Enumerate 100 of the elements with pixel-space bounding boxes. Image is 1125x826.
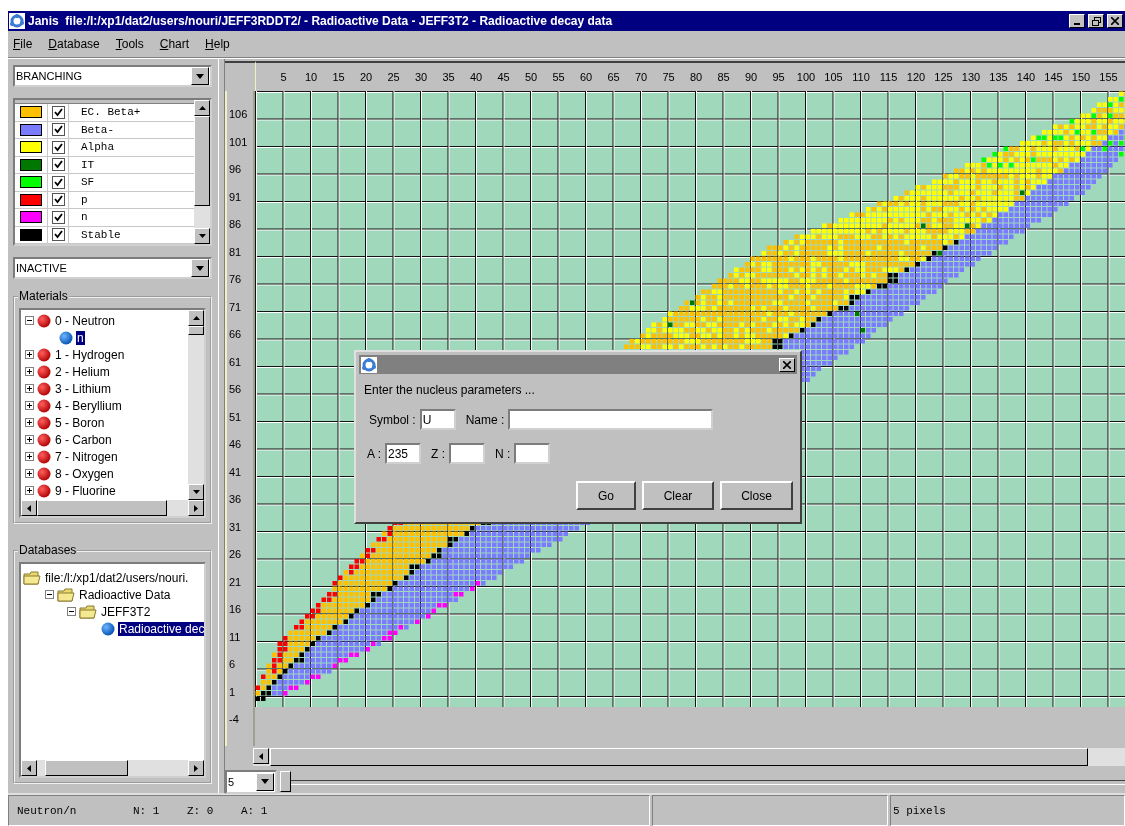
- minimize-button[interactable]: [1069, 14, 1085, 28]
- axis-tick-label: 31: [228, 519, 243, 535]
- collapse-icon[interactable]: [45, 590, 54, 599]
- axis-tick-label: 40: [468, 71, 484, 83]
- axis-tick-label: 21: [228, 574, 243, 590]
- dialog-button[interactable]: Clear: [642, 481, 714, 510]
- legend-label: Beta-: [80, 123, 114, 136]
- axis-tick-label: 145: [1043, 71, 1064, 83]
- zoom-dropdown[interactable]: 5: [225, 769, 277, 794]
- tree-item[interactable]: 2 - Helium: [54, 364, 111, 379]
- ball-icon: [37, 347, 51, 362]
- checkbox[interactable]: [51, 210, 65, 224]
- field-label: A :: [367, 446, 381, 461]
- scroll-thumb[interactable]: [45, 760, 128, 776]
- mode-dropdown[interactable]: BRANCHING: [13, 65, 212, 87]
- axis-tick-label: 115: [878, 71, 899, 83]
- vertical-scrollbar[interactable]: [188, 310, 204, 500]
- axis-tick-label: 135: [988, 71, 1009, 83]
- expand-icon[interactable]: [25, 469, 34, 478]
- axis-tick-label: 15: [331, 71, 346, 83]
- expand-icon[interactable]: [25, 367, 34, 376]
- axis-tick-label: 45: [496, 71, 511, 83]
- restore-button[interactable]: [1088, 14, 1104, 28]
- legend-label: Alpha: [80, 141, 114, 154]
- menu-item[interactable]: Help: [205, 37, 230, 51]
- tree-item[interactable]: 8 - Oxygen: [54, 466, 115, 481]
- tree-item[interactable]: 0 - Neutron: [54, 313, 117, 328]
- menu-item[interactable]: File: [13, 37, 33, 51]
- menu-item[interactable]: Database: [48, 37, 100, 51]
- checkbox[interactable]: [51, 193, 65, 207]
- input-field[interactable]: U: [419, 409, 456, 430]
- menu-item[interactable]: Tools: [115, 37, 144, 51]
- input-field[interactable]: 235: [385, 443, 421, 464]
- dialog-button[interactable]: Go: [576, 481, 636, 510]
- tree-item[interactable]: 4 - Beryllium: [54, 398, 123, 413]
- ball-icon: [101, 621, 115, 636]
- ball-icon: [37, 364, 51, 379]
- axis-tick-label: 86: [228, 217, 243, 232]
- field-label: Z :: [431, 446, 445, 461]
- menu-item[interactable]: Chart: [159, 37, 190, 51]
- folder-icon: [23, 570, 41, 585]
- checkbox[interactable]: [51, 105, 65, 119]
- filter-dropdown[interactable]: INACTIVE: [13, 257, 212, 279]
- expand-icon[interactable]: [25, 384, 34, 393]
- tree-item[interactable]: Radioactive dec: [118, 621, 204, 636]
- tree-item[interactable]: 9 - Fluorine: [54, 483, 117, 498]
- scroll-thumb[interactable]: [194, 116, 210, 206]
- up-arrow-icon: [192, 316, 200, 320]
- vertical-scrollbar[interactable]: [194, 100, 210, 244]
- ball-icon: [37, 483, 51, 498]
- tree-item[interactable]: Radioactive Data: [78, 587, 172, 602]
- axis-tick-label: 10: [303, 71, 319, 83]
- expand-icon[interactable]: [25, 435, 34, 444]
- checkbox[interactable]: [51, 175, 65, 189]
- axis-tick-label: 36: [228, 492, 243, 507]
- axis-tick-label: 61: [228, 354, 243, 370]
- checkbox[interactable]: [51, 140, 65, 154]
- tree-item[interactable]: 7 - Nitrogen: [54, 449, 119, 464]
- checkbox[interactable]: [51, 158, 65, 172]
- input-field[interactable]: [514, 443, 551, 464]
- up-arrow-icon: [198, 106, 206, 110]
- axis-tick-label: 110: [851, 71, 871, 83]
- collapse-icon[interactable]: [25, 316, 34, 325]
- input-field[interactable]: [508, 409, 714, 430]
- axis-tick-label: 60: [578, 71, 594, 83]
- legend-label: p: [80, 193, 88, 206]
- expand-icon[interactable]: [25, 401, 34, 410]
- checkbox[interactable]: [51, 228, 65, 242]
- axis-tick-label: 51: [228, 409, 243, 425]
- checkbox[interactable]: [51, 123, 65, 137]
- close-button[interactable]: [779, 357, 795, 372]
- scroll-thumb[interactable]: [188, 326, 204, 335]
- expand-icon[interactable]: [25, 350, 34, 359]
- axis-tick-label: 95: [771, 71, 786, 83]
- left-arrow-icon: [27, 764, 31, 772]
- horizontal-scrollbar[interactable]: [21, 500, 204, 516]
- down-arrow-icon: [198, 234, 206, 238]
- status-text: N: 1: [133, 804, 161, 817]
- tree-item[interactable]: JEFF3T2: [100, 604, 152, 619]
- collapse-icon[interactable]: [67, 607, 76, 616]
- close-button[interactable]: [1107, 14, 1123, 28]
- tree-item[interactable]: n: [76, 330, 85, 345]
- group-title: Databases: [18, 543, 78, 557]
- tree-item[interactable]: 6 - Carbon: [54, 432, 113, 447]
- input-field[interactable]: [449, 443, 485, 464]
- dialog-button[interactable]: Close: [720, 481, 793, 510]
- horizontal-scrollbar[interactable]: [21, 760, 204, 776]
- slider-thumb[interactable]: [280, 770, 291, 792]
- scroll-thumb[interactable]: [37, 500, 167, 516]
- expand-icon[interactable]: [25, 452, 34, 461]
- tree-item[interactable]: 1 - Hydrogen: [54, 347, 126, 362]
- splitter-bar[interactable]: [218, 59, 225, 793]
- tree-item[interactable]: file:/l:/xp1/dat2/users/nouri.: [44, 570, 190, 585]
- zoom-slider[interactable]: [280, 769, 1125, 794]
- legend-label: n: [80, 211, 88, 224]
- tree-item[interactable]: 5 - Boron: [54, 415, 106, 430]
- tree-item[interactable]: 3 - Lithium: [54, 381, 113, 396]
- expand-icon[interactable]: [25, 486, 34, 495]
- status-text: A: 1: [241, 804, 268, 817]
- expand-icon[interactable]: [25, 418, 34, 427]
